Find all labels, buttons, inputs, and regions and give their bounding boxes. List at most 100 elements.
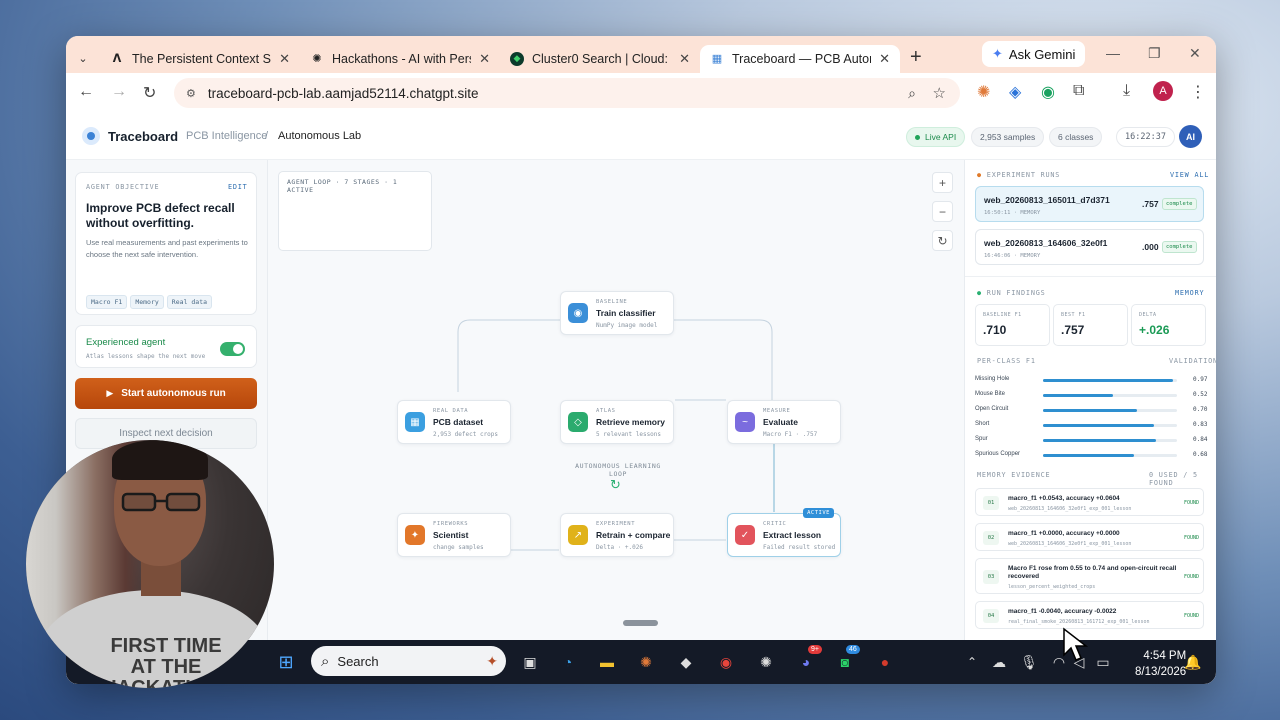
evidence-title: macro_f1 +0.0000, accuracy +0.0000 [1008, 530, 1120, 537]
close-icon[interactable]: ✕ [879, 51, 890, 67]
node-evaluate[interactable]: ~ MEASURE Evaluate Macro F1 · .757 [727, 400, 841, 444]
start-label: Start autonomous run [121, 388, 226, 399]
forward-icon[interactable]: → [111, 83, 127, 101]
url-field[interactable]: ⚙ traceboard-pcb-lab.aamjad52114.chatgpt… [174, 78, 960, 108]
close-window-icon[interactable]: ✕ [1189, 45, 1201, 62]
node-retrieve-memory[interactable]: ◇ ATLAS Retrieve memory 5 relevant lesso… [560, 400, 674, 444]
perclass-label: PER-CLASS F1 [977, 357, 1036, 365]
findings-dot-icon: ● [977, 289, 987, 297]
evidence-item-1[interactable]: 02 macro_f1 +0.0000, accuracy +0.0000 we… [975, 523, 1204, 551]
grammarly-icon[interactable]: ◉ [1041, 82, 1055, 102]
mouse-cursor-icon [1063, 627, 1088, 661]
ask-gemini-button[interactable]: ✦ Ask Gemini [982, 41, 1086, 67]
extensions-puzzle-icon[interactable]: ⧉ [1073, 82, 1084, 100]
evidence-title: Macro F1 rose from 0.55 to 0.74 and open… [1008, 565, 1177, 580]
onedrive-icon[interactable]: ☁ [988, 651, 1010, 673]
baseline-icon: ◉ [568, 303, 588, 323]
tab-search-icon[interactable]: ⌄ [66, 45, 100, 73]
close-icon[interactable]: ✕ [479, 51, 490, 67]
app-cube-icon[interactable]: ◆ [675, 651, 697, 673]
node-kicker: EXPERIMENT [596, 521, 636, 527]
node-sub: 5 relevant lessons [596, 431, 662, 438]
class-bar-track [1043, 454, 1177, 457]
node-scientist[interactable]: ✦ FIREWORKS Scientist change samples [397, 513, 511, 557]
node-train-classifier[interactable]: ◉ BASELINE Train classifier NumPy image … [560, 291, 674, 335]
node-extract-lesson[interactable]: ACTIVE ✓ CRITIC Extract lesson Failed re… [727, 508, 841, 557]
tab-2[interactable]: ◆ Cluster0 Search | Cloud: Mon ✕ [500, 45, 700, 73]
start-autonomous-run-button[interactable]: ▶ Start autonomous run [75, 378, 257, 409]
claude-app-icon[interactable]: ✺ [635, 651, 657, 673]
evidence-item-3[interactable]: 04 macro_f1 -0.0040, accuracy -0.0022 re… [975, 601, 1204, 629]
edge-icon[interactable]: ◔ [557, 651, 579, 673]
discord-icon[interactable]: ◕ 9+ [795, 645, 822, 673]
notification-icon[interactable]: 🔔 [1182, 651, 1204, 673]
tab-0[interactable]: ᐱ The Persistent Context Sprint ✕ [100, 45, 300, 73]
class-bar-track [1043, 409, 1177, 412]
bookmark-star-icon[interactable]: ☆ [933, 84, 946, 102]
node-pcb-dataset[interactable]: ▦ REAL DATA PCB dataset 2,953 defect cro… [397, 400, 511, 444]
reload-icon[interactable]: ↻ [143, 83, 156, 103]
evidence-item-0[interactable]: 01 macro_f1 +0.0543, accuracy +0.0604 we… [975, 488, 1204, 516]
evidence-item-2[interactable]: 03 Macro F1 rose from 0.55 to 0.74 and o… [975, 558, 1204, 594]
extension-blue-icon[interactable]: ◈ [1009, 82, 1021, 102]
node-sub: change samples [433, 544, 484, 551]
ai-avatar[interactable]: AI [1179, 125, 1202, 148]
task-view-icon[interactable]: ▣ [519, 651, 541, 673]
scroll-handle[interactable] [623, 620, 658, 626]
run-item-1[interactable]: web_20260813_164606_32e0f1 16:46:06 · ME… [975, 229, 1204, 265]
profile-avatar[interactable]: A [1153, 81, 1173, 101]
close-icon[interactable]: ✕ [279, 51, 290, 67]
tab-1[interactable]: ✺ Hackathons - AI with Persiste ✕ [300, 45, 500, 73]
windows-start-icon[interactable]: ⊞ [275, 651, 297, 673]
file-explorer-icon[interactable]: ▬ [596, 651, 618, 673]
run-score: .000 [1142, 242, 1159, 252]
microphone-icon[interactable]: 🎙 [1018, 651, 1040, 673]
download-icon[interactable]: ⤓ [1123, 82, 1130, 100]
run-meta: 16:50:11 · MEMORY [984, 210, 1041, 216]
evidence-state: FOUND [1184, 535, 1200, 541]
close-icon[interactable]: ✕ [679, 51, 690, 67]
node-title: Extract lesson [763, 530, 822, 540]
perclass-row: Missing Hole 0.97 [975, 376, 1207, 386]
new-tab-button[interactable]: + [910, 46, 922, 69]
class-value: 0.83 [1193, 421, 1208, 428]
chevron-up-icon[interactable]: ⌃ [961, 651, 983, 673]
experienced-agent-toggle[interactable] [220, 342, 245, 356]
chip-real-data[interactable]: Real data [166, 295, 213, 309]
edit-link[interactable]: EDIT [228, 183, 248, 191]
search-icon: ⌕ [321, 652, 330, 670]
chip-memory[interactable]: Memory [130, 295, 164, 309]
brand-name[interactable]: Traceboard [108, 129, 178, 144]
class-bar-track [1043, 424, 1177, 427]
taskbar-search[interactable]: ⌕ Search ✦ [311, 646, 506, 676]
perclass-row: Mouse Bite 0.52 [975, 391, 1207, 401]
chrome-icon[interactable]: ◉ [715, 651, 737, 673]
battery-icon[interactable]: ▭ [1092, 651, 1114, 673]
whatsapp-icon[interactable]: ◙ 46 [834, 645, 860, 673]
minimize-icon[interactable]: — [1106, 45, 1120, 61]
loop-center-label: AUTONOMOUS LEARNING LOOP [575, 462, 661, 478]
view-all-link[interactable]: VIEW ALL [1170, 171, 1209, 179]
node-retrain-compare[interactable]: ↗ EXPERIMENT Retrain + compare Delta · +… [560, 513, 674, 557]
class-name: Spurious Copper [975, 451, 1021, 457]
breadcrumb-parent[interactable]: PCB Intelligence [186, 130, 267, 142]
traceboard-icon: ▦ [711, 53, 723, 65]
menu-kebab-icon[interactable]: ⋮ [1190, 82, 1206, 102]
site-info-icon[interactable]: ⚙ [186, 87, 196, 100]
chatgpt-icon[interactable]: ✺ [755, 651, 777, 673]
chip-macro-f1[interactable]: Macro F1 [86, 295, 128, 309]
mongodb-leaf-icon: ◆ [510, 51, 524, 66]
run-item-0[interactable]: web_20260813_165011_d7d371 16:50:11 · ME… [975, 186, 1204, 222]
run-status-badge: complete [1162, 241, 1197, 253]
zoom-search-icon[interactable]: ⌕ [908, 85, 916, 102]
taskbar-clock[interactable]: 4:54 PM 8/13/2026 [1135, 648, 1186, 680]
node-title: Retrain + compare [596, 530, 671, 540]
maximize-icon[interactable]: ❐ [1148, 45, 1161, 62]
agent-loop-canvas[interactable]: AGENT LOOP · 7 STAGES · 1 ACTIVE + − ↻ ◉… [268, 160, 964, 684]
tab-3-active[interactable]: ▦ Traceboard — PCB Autonomou ✕ [700, 44, 900, 73]
back-icon[interactable]: ← [78, 83, 94, 101]
claude-extension-icon[interactable]: ✺ [977, 82, 990, 102]
perclass-row: Short 0.83 [975, 421, 1208, 431]
powerpoint-icon[interactable]: ● [874, 651, 896, 673]
objective-title: Improve PCB defect recall without overfi… [86, 201, 235, 230]
